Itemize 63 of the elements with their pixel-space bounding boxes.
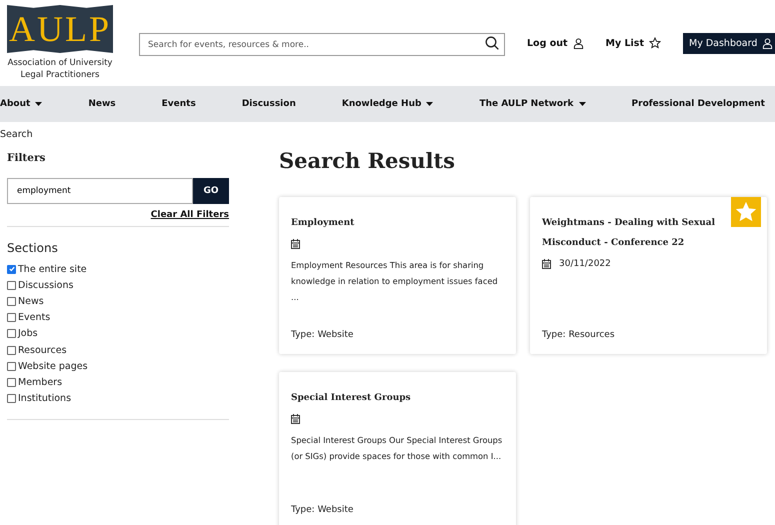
nav-item[interactable]: Knowledge Hub <box>342 99 434 109</box>
calendar-icon <box>291 239 300 249</box>
result-card[interactable]: Employment Employment Resources This area is for sharing knowledge in relation to employment issues faced ... Type: Website <box>279 197 516 354</box>
checkbox[interactable] <box>7 362 16 371</box>
search-field[interactable]: Search for events, resources & more.. <box>139 33 505 56</box>
clear-filters-link[interactable]: Clear All Filters <box>7 210 229 227</box>
user-icon <box>762 38 774 48</box>
sections-heading: Sections <box>7 241 59 255</box>
checkbox[interactable] <box>7 329 16 338</box>
checkbox-label: The entire site <box>18 264 87 275</box>
checkbox-label: Discussions <box>18 280 74 291</box>
nav-item[interactable]: The AULP Network <box>479 99 586 109</box>
calendar-icon <box>542 259 551 269</box>
calendar-icon <box>291 414 300 424</box>
checkbox-label: Website pages <box>18 360 88 372</box>
result-date: 30/11/2022 <box>559 259 611 269</box>
go-button[interactable]: GO <box>193 178 229 204</box>
checkbox[interactable] <box>7 378 16 387</box>
checkbox[interactable] <box>7 313 16 322</box>
result-type: Type: Website <box>291 504 354 515</box>
checkbox-label: News <box>18 296 44 307</box>
result-summary: Employment Resources This area is for sharing knowledge in relation to employment issues faced ... <box>291 259 499 304</box>
caret-icon <box>35 102 42 106</box>
header-link[interactable]: Log out <box>527 38 584 48</box>
link-label: My List <box>606 38 644 48</box>
checkbox-label: Jobs <box>18 328 38 340</box>
result-summary: Special Interest Groups Our Special Interest Groups (or SIGs) provide spaces for those with common I... <box>291 434 504 463</box>
results-heading: Search Results <box>279 148 456 173</box>
result-title[interactable]: Employment <box>291 213 504 233</box>
checkbox[interactable] <box>7 346 16 355</box>
dashboard-button[interactable]: My Dashboard <box>683 32 775 54</box>
checkbox-label: Events <box>18 312 50 324</box>
result-type: Type: Resources <box>542 329 616 340</box>
filter-input[interactable]: employment <box>7 178 193 204</box>
result-card[interactable]: Special Interest Groups Special Interest Groups Our Special Interest Groups (or SIGs) provide spaces for those with common I... Type: Website <box>279 372 516 525</box>
checkbox-label: Resources <box>18 344 67 356</box>
checkbox-label: Members <box>18 376 62 388</box>
checkbox[interactable] <box>7 394 16 404</box>
nav-item[interactable]: News <box>88 99 116 109</box>
logo[interactable]: AULP <box>7 5 113 53</box>
result-title[interactable]: Special Interest Groups <box>291 388 504 408</box>
nav-item[interactable]: Professional Development <box>632 99 765 109</box>
user-icon <box>572 38 584 48</box>
star-icon <box>649 37 661 49</box>
caret-icon <box>426 102 434 106</box>
header-link[interactable]: My List <box>606 37 661 49</box>
result-card[interactable]: Weightmans - Dealing with Sexual Misconduct - Conference 22 30/11/2022 Type: Resources <box>530 197 767 354</box>
nav-item[interactable]: Discussion <box>242 99 296 109</box>
search-icon[interactable] <box>485 36 499 50</box>
checkbox-label: Institutions <box>18 393 72 404</box>
logo-caption: Association of University Legal Practitioners <box>6 57 114 81</box>
breadcrumb: Search <box>0 129 34 140</box>
filters-heading: Filters <box>7 152 46 164</box>
nav-item[interactable]: Events <box>162 99 196 109</box>
checkbox[interactable] <box>7 296 16 306</box>
result-title[interactable]: Weightmans - Dealing with Sexual Misconduct - Conference 22 <box>542 213 755 253</box>
checkbox[interactable] <box>7 264 16 274</box>
star-icon <box>736 202 756 222</box>
link-label: Log out <box>527 38 568 48</box>
nav-item[interactable]: About <box>0 99 42 109</box>
result-type: Type: Website <box>291 329 354 340</box>
caret-icon <box>578 102 586 106</box>
checkbox[interactable] <box>7 280 16 290</box>
